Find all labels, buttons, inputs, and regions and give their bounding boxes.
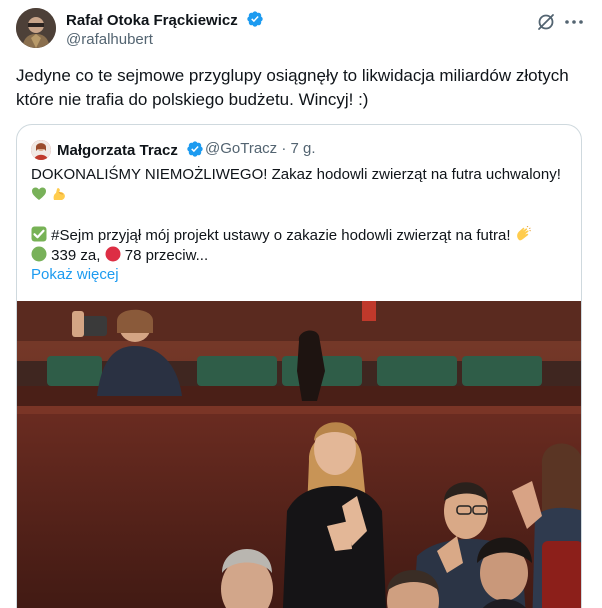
- green-heart-icon: [32, 187, 46, 200]
- clapping-hands-icon: [516, 226, 531, 241]
- author-avatar[interactable]: [16, 8, 56, 48]
- flexed-biceps-icon: [53, 188, 66, 200]
- quote-text-line: DOKONALIŚMY NIEMOŻLIWEGO! Zakaz hodowli …: [31, 166, 561, 183]
- verified-badge-icon: [247, 11, 263, 27]
- author-handle[interactable]: @rafalhubert: [66, 31, 153, 48]
- check-mark-button-icon: [31, 226, 47, 242]
- grok-icon[interactable]: [534, 10, 558, 34]
- quote-text: #Sejm przyjął mój projekt ustawy o zakaz…: [51, 227, 511, 244]
- votes-against-text: 78 przeciw...: [124, 247, 209, 264]
- parliament-photo[interactable]: [17, 301, 581, 608]
- author-name[interactable]: Rafał Otoka Frąckiewicz: [66, 10, 264, 29]
- more-icon[interactable]: [562, 10, 586, 34]
- quote-emoji-line: [31, 186, 67, 206]
- quote-text-line: #Sejm przyjął mój projekt ustawy o zakaz…: [31, 226, 531, 246]
- show-more-link[interactable]: Pokaż więcej: [31, 266, 119, 283]
- quote-author-name[interactable]: Małgorzata Tracz: [57, 140, 204, 159]
- author-name-text: Rafał Otoka Frąckiewicz: [66, 12, 238, 29]
- quote-author-name-text: Małgorzata Tracz: [57, 142, 178, 159]
- votes-for-text: 339 za,: [51, 247, 101, 264]
- quoted-tweet[interactable]: Małgorzata Tracz @GoTracz · 7 g. DOKONAL…: [16, 124, 582, 608]
- quote-vote-line: 339 za, 78 przeciw...: [31, 246, 208, 266]
- quote-author-handle[interactable]: @GoTracz · 7 g.: [205, 140, 316, 157]
- quote-author-avatar[interactable]: [31, 140, 51, 160]
- tweet-text: Jedyne co te sejmowe przyglupy osiągnęły…: [16, 66, 569, 109]
- tweet[interactable]: Rafał Otoka Frąckiewicz @rafalhubert Jed…: [0, 0, 602, 608]
- green-circle-icon: [31, 246, 47, 262]
- verified-badge-icon: [187, 141, 203, 157]
- red-circle-icon: [105, 246, 121, 262]
